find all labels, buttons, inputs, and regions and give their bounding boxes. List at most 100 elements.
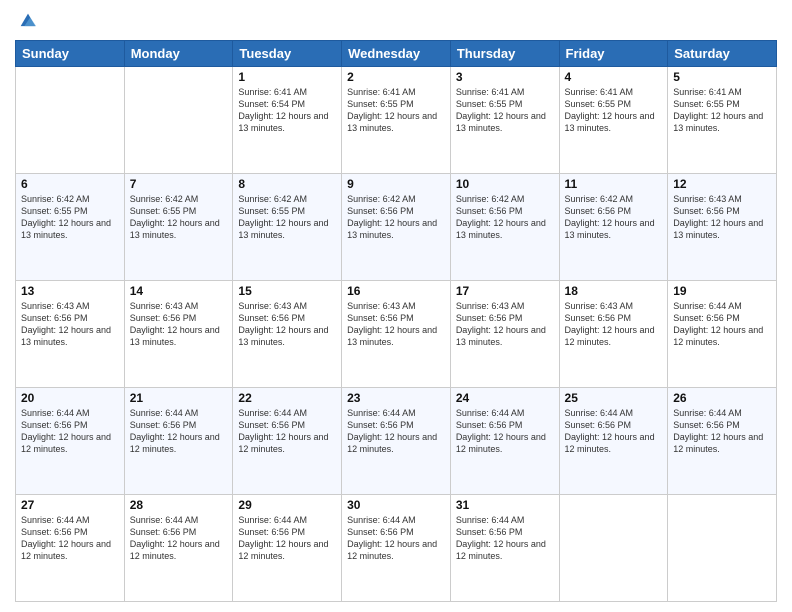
day-info: Sunrise: 6:44 AM Sunset: 6:56 PM Dayligh…	[21, 407, 119, 456]
day-number: 17	[456, 284, 554, 298]
calendar-week-1: 1Sunrise: 6:41 AM Sunset: 6:54 PM Daylig…	[16, 67, 777, 174]
logo	[15, 10, 39, 32]
calendar-cell: 12 Sunrise: 6:43 AM Sunset: 6:56 PM Dayli…	[668, 174, 777, 281]
calendar-cell	[668, 495, 777, 602]
calendar-cell: 9 Sunrise: 6:42 AM Sunset: 6:56 PM Daylig…	[342, 174, 451, 281]
day-info: Sunrise: 6:44 AM Sunset: 6:56 PM Dayligh…	[347, 407, 445, 456]
calendar-cell: 2 Sunrise: 6:41 AM Sunset: 6:55 PM Daylig…	[342, 67, 451, 174]
day-info: Sunrise: 6:44 AM Sunset: 6:56 PM Dayligh…	[130, 514, 228, 563]
day-info: Sunrise: 6:44 AM Sunset: 6:56 PM Dayligh…	[673, 407, 771, 456]
day-number: 29	[238, 498, 336, 512]
day-number: 9	[347, 177, 445, 191]
calendar-cell: 5Sunrise: 6:41 AM Sunset: 6:55 PM Daylig…	[668, 67, 777, 174]
col-header-wednesday: Wednesday	[342, 41, 451, 67]
calendar-cell: 8 Sunrise: 6:42 AM Sunset: 6:55 PM Daylig…	[233, 174, 342, 281]
calendar-cell: 26 Sunrise: 6:44 AM Sunset: 6:56 PM Dayli…	[668, 388, 777, 495]
day-info: Sunrise: 6:44 AM Sunset: 6:56 PM Dayligh…	[456, 407, 554, 456]
calendar-cell: 15 Sunrise: 6:43 AM Sunset: 6:56 PM Dayli…	[233, 281, 342, 388]
day-number: 22	[238, 391, 336, 405]
day-number: 15	[238, 284, 336, 298]
day-info: Sunrise: 6:42 AM Sunset: 6:56 PM Dayligh…	[456, 193, 554, 242]
calendar-cell: 6 Sunrise: 6:42 AM Sunset: 6:55 PM Daylig…	[16, 174, 125, 281]
day-number: 12	[673, 177, 771, 191]
col-header-monday: Monday	[124, 41, 233, 67]
calendar-cell: 18 Sunrise: 6:43 AM Sunset: 6:56 PM Dayli…	[559, 281, 668, 388]
day-info: Sunrise: 6:44 AM Sunset: 6:56 PM Dayligh…	[456, 514, 554, 563]
logo-icon	[17, 10, 39, 32]
day-number: 11	[565, 177, 663, 191]
col-header-sunday: Sunday	[16, 41, 125, 67]
day-number: 6	[21, 177, 119, 191]
day-info: Sunrise: 6:42 AM Sunset: 6:55 PM Dayligh…	[21, 193, 119, 242]
calendar-cell: 17 Sunrise: 6:43 AM Sunset: 6:56 PM Dayli…	[450, 281, 559, 388]
calendar-cell: 10 Sunrise: 6:42 AM Sunset: 6:56 PM Dayli…	[450, 174, 559, 281]
day-number: 30	[347, 498, 445, 512]
day-info: Sunrise: 6:44 AM Sunset: 6:56 PM Dayligh…	[130, 407, 228, 456]
day-number: 23	[347, 391, 445, 405]
calendar-cell: 19 Sunrise: 6:44 AM Sunset: 6:56 PM Dayli…	[668, 281, 777, 388]
day-number: 31	[456, 498, 554, 512]
day-number: 2	[347, 70, 445, 84]
day-info: Sunrise: 6:42 AM Sunset: 6:56 PM Dayligh…	[347, 193, 445, 242]
day-info: Sunrise: 6:41 AM Sunset: 6:55 PM Dayligh…	[456, 86, 554, 135]
day-info: Sunrise: 6:42 AM Sunset: 6:55 PM Dayligh…	[130, 193, 228, 242]
col-header-saturday: Saturday	[668, 41, 777, 67]
day-info: Sunrise: 6:43 AM Sunset: 6:56 PM Dayligh…	[456, 300, 554, 349]
calendar-cell: 13Sunrise: 6:43 AM Sunset: 6:56 PM Dayli…	[16, 281, 125, 388]
calendar-cell: 21 Sunrise: 6:44 AM Sunset: 6:56 PM Dayli…	[124, 388, 233, 495]
page-header	[15, 10, 777, 32]
day-number: 3	[456, 70, 554, 84]
calendar-cell: 23 Sunrise: 6:44 AM Sunset: 6:56 PM Dayli…	[342, 388, 451, 495]
calendar-cell: 27Sunrise: 6:44 AM Sunset: 6:56 PM Dayli…	[16, 495, 125, 602]
day-number: 4	[565, 70, 663, 84]
day-info: Sunrise: 6:43 AM Sunset: 6:56 PM Dayligh…	[130, 300, 228, 349]
day-number: 16	[347, 284, 445, 298]
day-info: Sunrise: 6:44 AM Sunset: 6:56 PM Dayligh…	[673, 300, 771, 349]
day-number: 19	[673, 284, 771, 298]
calendar-cell	[16, 67, 125, 174]
calendar-cell: 29 Sunrise: 6:44 AM Sunset: 6:56 PM Dayli…	[233, 495, 342, 602]
calendar-cell: 3 Sunrise: 6:41 AM Sunset: 6:55 PM Daylig…	[450, 67, 559, 174]
day-info: Sunrise: 6:41 AM Sunset: 6:55 PM Dayligh…	[673, 86, 771, 135]
day-info: Sunrise: 6:43 AM Sunset: 6:56 PM Dayligh…	[238, 300, 336, 349]
day-info: Sunrise: 6:41 AM Sunset: 6:55 PM Dayligh…	[565, 86, 663, 135]
day-number: 8	[238, 177, 336, 191]
calendar-cell	[124, 67, 233, 174]
col-header-friday: Friday	[559, 41, 668, 67]
day-number: 18	[565, 284, 663, 298]
day-info: Sunrise: 6:44 AM Sunset: 6:56 PM Dayligh…	[21, 514, 119, 563]
calendar-cell	[559, 495, 668, 602]
day-number: 25	[565, 391, 663, 405]
day-info: Sunrise: 6:42 AM Sunset: 6:56 PM Dayligh…	[565, 193, 663, 242]
day-info: Sunrise: 6:43 AM Sunset: 6:56 PM Dayligh…	[565, 300, 663, 349]
day-info: Sunrise: 6:41 AM Sunset: 6:55 PM Dayligh…	[347, 86, 445, 135]
calendar-week-3: 13Sunrise: 6:43 AM Sunset: 6:56 PM Dayli…	[16, 281, 777, 388]
calendar-cell: 31 Sunrise: 6:44 AM Sunset: 6:56 PM Dayli…	[450, 495, 559, 602]
calendar-week-2: 6 Sunrise: 6:42 AM Sunset: 6:55 PM Daylig…	[16, 174, 777, 281]
day-number: 26	[673, 391, 771, 405]
calendar-week-4: 20Sunrise: 6:44 AM Sunset: 6:56 PM Dayli…	[16, 388, 777, 495]
calendar-cell: 7 Sunrise: 6:42 AM Sunset: 6:55 PM Daylig…	[124, 174, 233, 281]
day-number: 24	[456, 391, 554, 405]
col-header-tuesday: Tuesday	[233, 41, 342, 67]
calendar-header-row: SundayMondayTuesdayWednesdayThursdayFrid…	[16, 41, 777, 67]
calendar-week-5: 27Sunrise: 6:44 AM Sunset: 6:56 PM Dayli…	[16, 495, 777, 602]
calendar-cell: 24 Sunrise: 6:44 AM Sunset: 6:56 PM Dayli…	[450, 388, 559, 495]
calendar-cell: 11 Sunrise: 6:42 AM Sunset: 6:56 PM Dayli…	[559, 174, 668, 281]
day-number: 7	[130, 177, 228, 191]
calendar-cell: 20Sunrise: 6:44 AM Sunset: 6:56 PM Dayli…	[16, 388, 125, 495]
day-number: 10	[456, 177, 554, 191]
day-number: 21	[130, 391, 228, 405]
calendar-cell: 1Sunrise: 6:41 AM Sunset: 6:54 PM Daylig…	[233, 67, 342, 174]
calendar-cell: 16 Sunrise: 6:43 AM Sunset: 6:56 PM Dayli…	[342, 281, 451, 388]
day-info: Sunrise: 6:42 AM Sunset: 6:55 PM Dayligh…	[238, 193, 336, 242]
day-info: Sunrise: 6:44 AM Sunset: 6:56 PM Dayligh…	[238, 514, 336, 563]
day-info: Sunrise: 6:44 AM Sunset: 6:56 PM Dayligh…	[565, 407, 663, 456]
calendar-cell: 14Sunrise: 6:43 AM Sunset: 6:56 PM Dayli…	[124, 281, 233, 388]
day-info: Sunrise: 6:43 AM Sunset: 6:56 PM Dayligh…	[21, 300, 119, 349]
calendar-cell: 28Sunrise: 6:44 AM Sunset: 6:56 PM Dayli…	[124, 495, 233, 602]
day-info: Sunrise: 6:43 AM Sunset: 6:56 PM Dayligh…	[673, 193, 771, 242]
calendar-cell: 22Sunrise: 6:44 AM Sunset: 6:56 PM Dayli…	[233, 388, 342, 495]
day-info: Sunrise: 6:43 AM Sunset: 6:56 PM Dayligh…	[347, 300, 445, 349]
col-header-thursday: Thursday	[450, 41, 559, 67]
